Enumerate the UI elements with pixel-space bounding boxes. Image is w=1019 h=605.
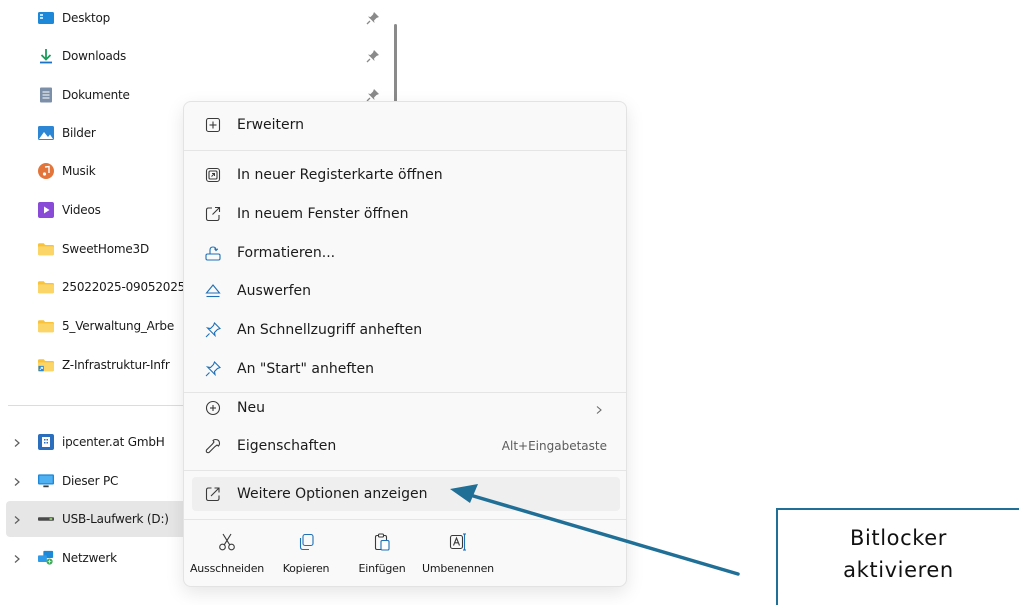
new-tab-icon bbox=[204, 166, 222, 184]
pin-icon[interactable] bbox=[366, 49, 380, 63]
paste-label: Einfügen bbox=[358, 562, 406, 575]
paste-icon bbox=[372, 532, 392, 552]
nav-item-label: USB-Laufwerk (D:) bbox=[62, 512, 169, 526]
copy-button[interactable]: Kopieren bbox=[266, 530, 346, 580]
nav-item-downloads[interactable]: Downloads bbox=[0, 38, 390, 74]
menu-item-label: In neuem Fenster öffnen bbox=[237, 206, 409, 222]
video-icon bbox=[38, 202, 54, 218]
copy-label: Kopieren bbox=[282, 562, 330, 575]
menu-separator bbox=[184, 150, 626, 151]
nav-item-desktop[interactable]: Desktop bbox=[0, 0, 390, 36]
menu-item-label: Formatieren... bbox=[237, 245, 336, 261]
expand-icon bbox=[204, 116, 222, 134]
nav-item-label: 25022025-09052025 bbox=[62, 280, 186, 294]
menu-item-erweitern[interactable]: Erweitern bbox=[192, 108, 620, 142]
usb-drive-icon bbox=[38, 511, 54, 527]
menu-item-neue-registerkarte[interactable]: In neuer Registerkarte öffnen bbox=[192, 158, 620, 192]
folder-icon bbox=[38, 279, 54, 295]
menu-item-auswerfen[interactable]: Auswerfen bbox=[192, 274, 620, 308]
document-icon bbox=[38, 87, 54, 103]
context-menu: Erweitern In neuer Registerkarte öffnen … bbox=[183, 101, 627, 587]
nav-item-label: Bilder bbox=[62, 126, 96, 140]
nav-item-label: Dieser PC bbox=[62, 474, 119, 488]
new-icon bbox=[204, 399, 222, 417]
chevron-right-icon[interactable] bbox=[12, 437, 22, 447]
chevron-right-icon[interactable] bbox=[12, 476, 22, 486]
nav-item-label: Dokumente bbox=[62, 88, 130, 102]
menu-item-start-anheften[interactable]: An "Start" anheften bbox=[192, 352, 620, 386]
cut-label: Ausschneiden bbox=[189, 562, 265, 575]
nav-item-label: Downloads bbox=[62, 49, 127, 63]
nav-item-label: Z-Infrastruktur-Infr bbox=[62, 358, 170, 372]
menu-item-label: Weitere Optionen anzeigen bbox=[237, 486, 428, 502]
format-icon bbox=[204, 244, 222, 262]
annotation-callout: Bitlocker aktivieren bbox=[776, 508, 1019, 605]
menu-item-neues-fenster[interactable]: In neuem Fenster öffnen bbox=[192, 197, 620, 231]
menu-item-eigenschaften[interactable]: Eigenschaften Alt+Eingabetaste bbox=[192, 429, 620, 463]
copy-icon bbox=[296, 532, 316, 552]
rename-label: Umbenennen bbox=[422, 562, 494, 575]
rename-icon bbox=[448, 532, 468, 552]
nav-item-label: Musik bbox=[62, 164, 96, 178]
nav-item-label: ipcenter.at GmbH bbox=[62, 435, 165, 449]
computer-icon bbox=[38, 473, 54, 489]
network-icon bbox=[38, 550, 54, 566]
shortcut-hint: Alt+Eingabetaste bbox=[501, 439, 607, 453]
nav-scrollbar[interactable] bbox=[394, 24, 397, 106]
pin-icon bbox=[204, 321, 222, 339]
menu-item-label: An "Start" anheften bbox=[237, 361, 375, 377]
pictures-icon bbox=[38, 125, 54, 141]
pin-icon[interactable] bbox=[366, 88, 380, 102]
chevron-right-icon[interactable] bbox=[12, 553, 22, 563]
nav-item-usb-laufwerk[interactable]: USB-Laufwerk (D:) bbox=[6, 501, 190, 537]
onedrive-business-icon bbox=[38, 434, 54, 450]
menu-item-label: An Schnellzugriff anheften bbox=[237, 322, 423, 338]
music-icon bbox=[38, 163, 54, 179]
nav-item-label: Videos bbox=[62, 203, 101, 217]
new-window-icon bbox=[204, 205, 222, 223]
menu-item-neu[interactable]: Neu bbox=[192, 391, 620, 425]
nav-item-label: SweetHome3D bbox=[62, 242, 150, 256]
desktop-icon bbox=[38, 10, 54, 26]
folder-icon bbox=[38, 318, 54, 334]
callout-line-2: aktivieren bbox=[843, 558, 954, 582]
nav-item-label: Netzwerk bbox=[62, 551, 117, 565]
menu-separator bbox=[184, 519, 626, 520]
menu-item-label: Eigenschaften bbox=[237, 438, 337, 454]
cut-icon bbox=[217, 532, 237, 552]
menu-item-label: Auswerfen bbox=[237, 283, 311, 299]
pin-icon bbox=[204, 360, 222, 378]
more-options-icon bbox=[204, 485, 222, 503]
chevron-right-icon bbox=[594, 403, 604, 414]
rename-button[interactable]: Umbenennen bbox=[418, 530, 498, 580]
menu-item-label: Neu bbox=[237, 400, 265, 416]
paste-button[interactable]: Einfügen bbox=[342, 530, 422, 580]
chevron-right-icon[interactable] bbox=[12, 514, 22, 524]
callout-line-1: Bitlocker bbox=[849, 526, 948, 550]
cut-button[interactable]: Ausschneiden bbox=[187, 530, 267, 580]
nav-item-label: Desktop bbox=[62, 11, 111, 25]
menu-item-label: Erweitern bbox=[237, 117, 305, 133]
nav-item-label: 5_Verwaltung_Arbe bbox=[62, 319, 175, 333]
properties-icon bbox=[204, 437, 222, 455]
menu-item-formatieren[interactable]: Formatieren... bbox=[192, 236, 620, 270]
eject-icon bbox=[204, 282, 222, 300]
menu-separator bbox=[184, 470, 626, 471]
folder-icon bbox=[38, 241, 54, 257]
menu-item-schnellzugriff-anheften[interactable]: An Schnellzugriff anheften bbox=[192, 313, 620, 347]
download-icon bbox=[38, 48, 54, 64]
pin-icon[interactable] bbox=[366, 11, 380, 25]
menu-item-label: In neuer Registerkarte öffnen bbox=[237, 167, 443, 183]
folder-shortcut-icon bbox=[38, 357, 54, 373]
menu-item-weitere-optionen[interactable]: Weitere Optionen anzeigen bbox=[192, 477, 620, 511]
